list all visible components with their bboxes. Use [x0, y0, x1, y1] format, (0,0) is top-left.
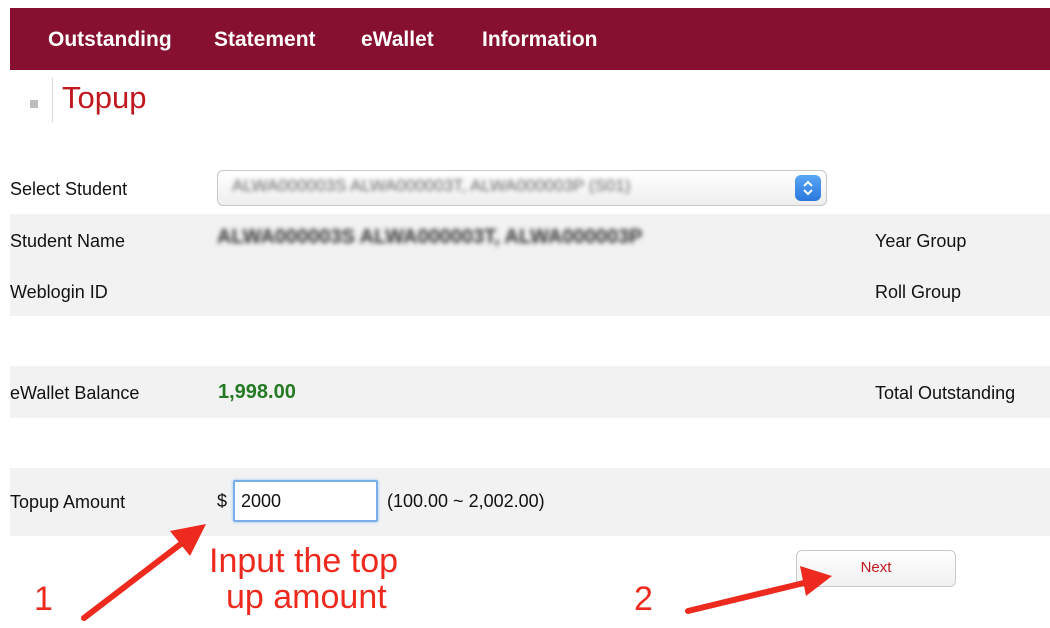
- annotation-arrows: [81, 524, 832, 621]
- annotation-arrow-2-icon: [685, 566, 832, 614]
- annotation-arrow-1-icon: [81, 524, 206, 621]
